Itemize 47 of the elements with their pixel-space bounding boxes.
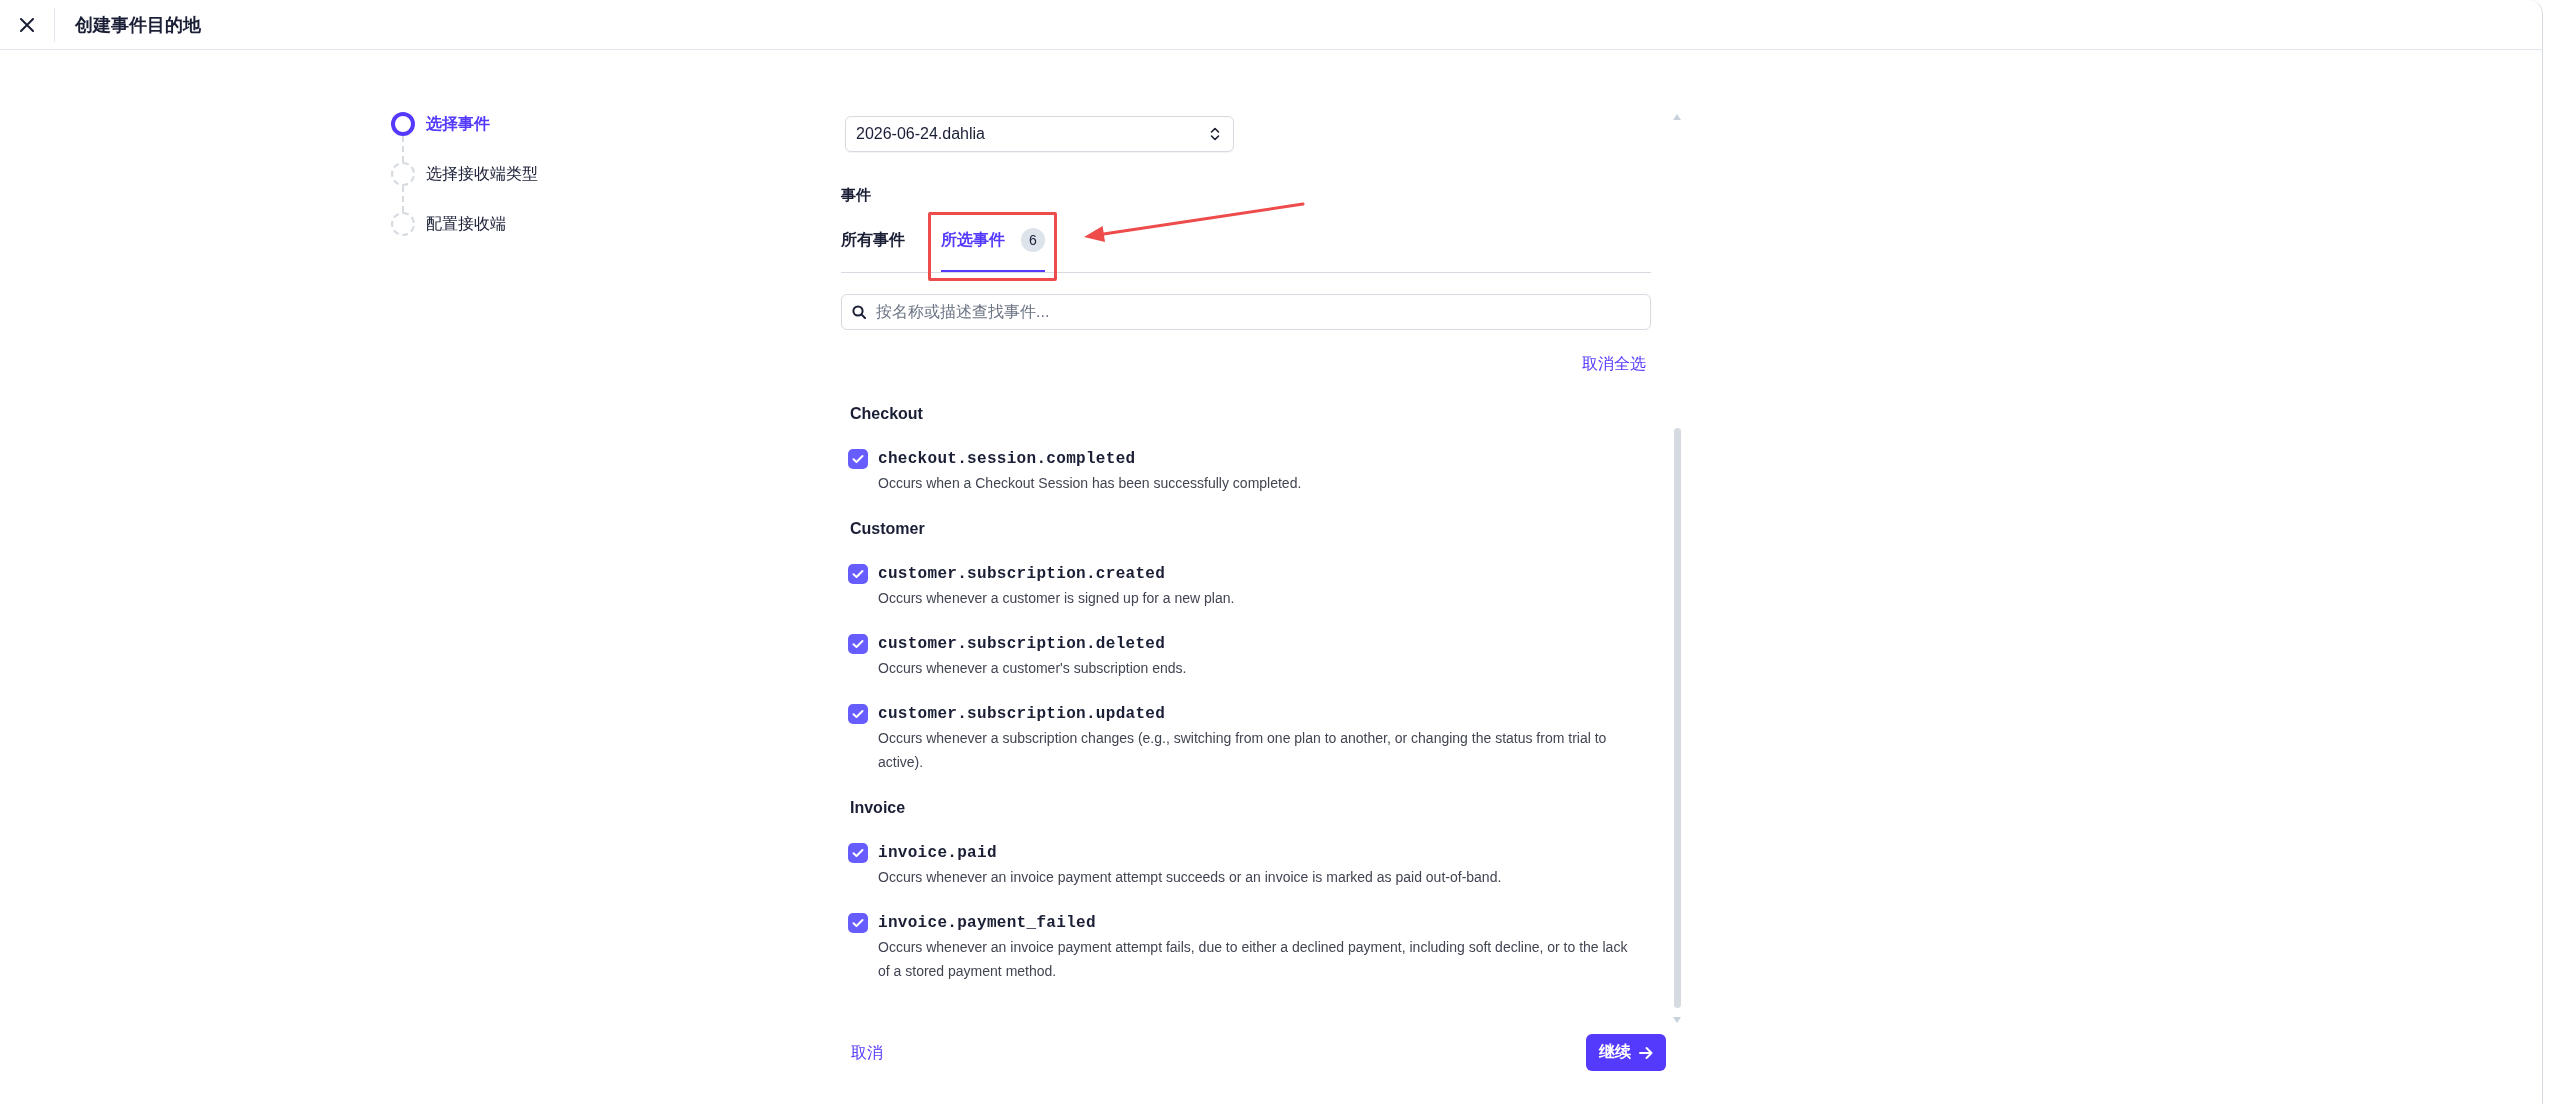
- close-icon[interactable]: [20, 17, 34, 32]
- version-select[interactable]: 2026-06-24.dahlia: [845, 116, 1234, 152]
- search-icon: [852, 305, 866, 319]
- continue-button[interactable]: 继续: [1586, 1034, 1666, 1071]
- event-name: invoice.paid: [878, 843, 998, 864]
- event-name: invoice.payment_failed: [878, 913, 1097, 934]
- event-description: Occurs whenever a customer's subscription ends.: [878, 659, 1188, 678]
- event-description: Occurs whenever an invoice payment attempt succeeds or an invoice is marked as paid out-of-band.: [878, 868, 1503, 887]
- step-label[interactable]: 选择事件: [426, 112, 490, 136]
- deselect-all-link[interactable]: 取消全选: [1582, 352, 1646, 376]
- checkbox[interactable]: [848, 449, 868, 469]
- checkbox[interactable]: [848, 913, 868, 933]
- event-description: Occurs whenever a subscription changes (e.g., switching from one plan to another, or changing the status from trial to active).: [878, 729, 1608, 772]
- tab[interactable]: 所有事件: [841, 228, 905, 272]
- event-description: Occurs whenever an invoice payment attempt fails, due to either a declined payment, including soft decline, or to the lack of a stored payment method.: [878, 938, 1629, 981]
- event-name: customer.subscription.created: [878, 564, 1167, 585]
- event-name: checkout.session.completed: [878, 449, 1137, 470]
- search-field[interactable]: 按名称或描述查找事件...: [841, 294, 1651, 330]
- chevron-up-down-icon: [1210, 127, 1220, 141]
- tab[interactable]: 所选事件 6: [941, 228, 1045, 272]
- checkbox[interactable]: [848, 564, 868, 584]
- step-connector: [402, 136, 404, 162]
- section-label: 事件: [841, 185, 872, 205]
- check-icon: [852, 848, 864, 858]
- event-description: Occurs whenever a customer is signed up for a new plan.: [878, 589, 1236, 608]
- check-icon: [852, 569, 864, 579]
- arrow-right-icon: [1639, 1045, 1653, 1060]
- count-badge: 6: [1021, 228, 1045, 252]
- event-description: Occurs when a Checkout Session has been successfully completed.: [878, 474, 1303, 493]
- check-icon: [852, 709, 864, 719]
- cancel-link[interactable]: 取消: [851, 1040, 883, 1065]
- checkbox[interactable]: [848, 704, 868, 724]
- checkbox[interactable]: [848, 843, 868, 863]
- step-label[interactable]: 选择接收端类型: [426, 162, 538, 186]
- group-heading: Checkout: [850, 404, 924, 424]
- step-connector: [402, 186, 404, 212]
- check-icon: [852, 918, 864, 928]
- event-name: customer.subscription.deleted: [878, 634, 1167, 655]
- group-heading: Customer: [850, 519, 926, 539]
- event-name: customer.subscription.updated: [878, 704, 1167, 725]
- check-icon: [852, 454, 864, 464]
- check-icon: [852, 639, 864, 649]
- scrollbar-thumb[interactable]: [1673, 428, 1681, 1008]
- checkbox[interactable]: [848, 634, 868, 654]
- group-heading: Invoice: [850, 798, 907, 818]
- step-label[interactable]: 配置接收端: [426, 212, 506, 236]
- page-title: 创建事件目的地: [75, 13, 201, 37]
